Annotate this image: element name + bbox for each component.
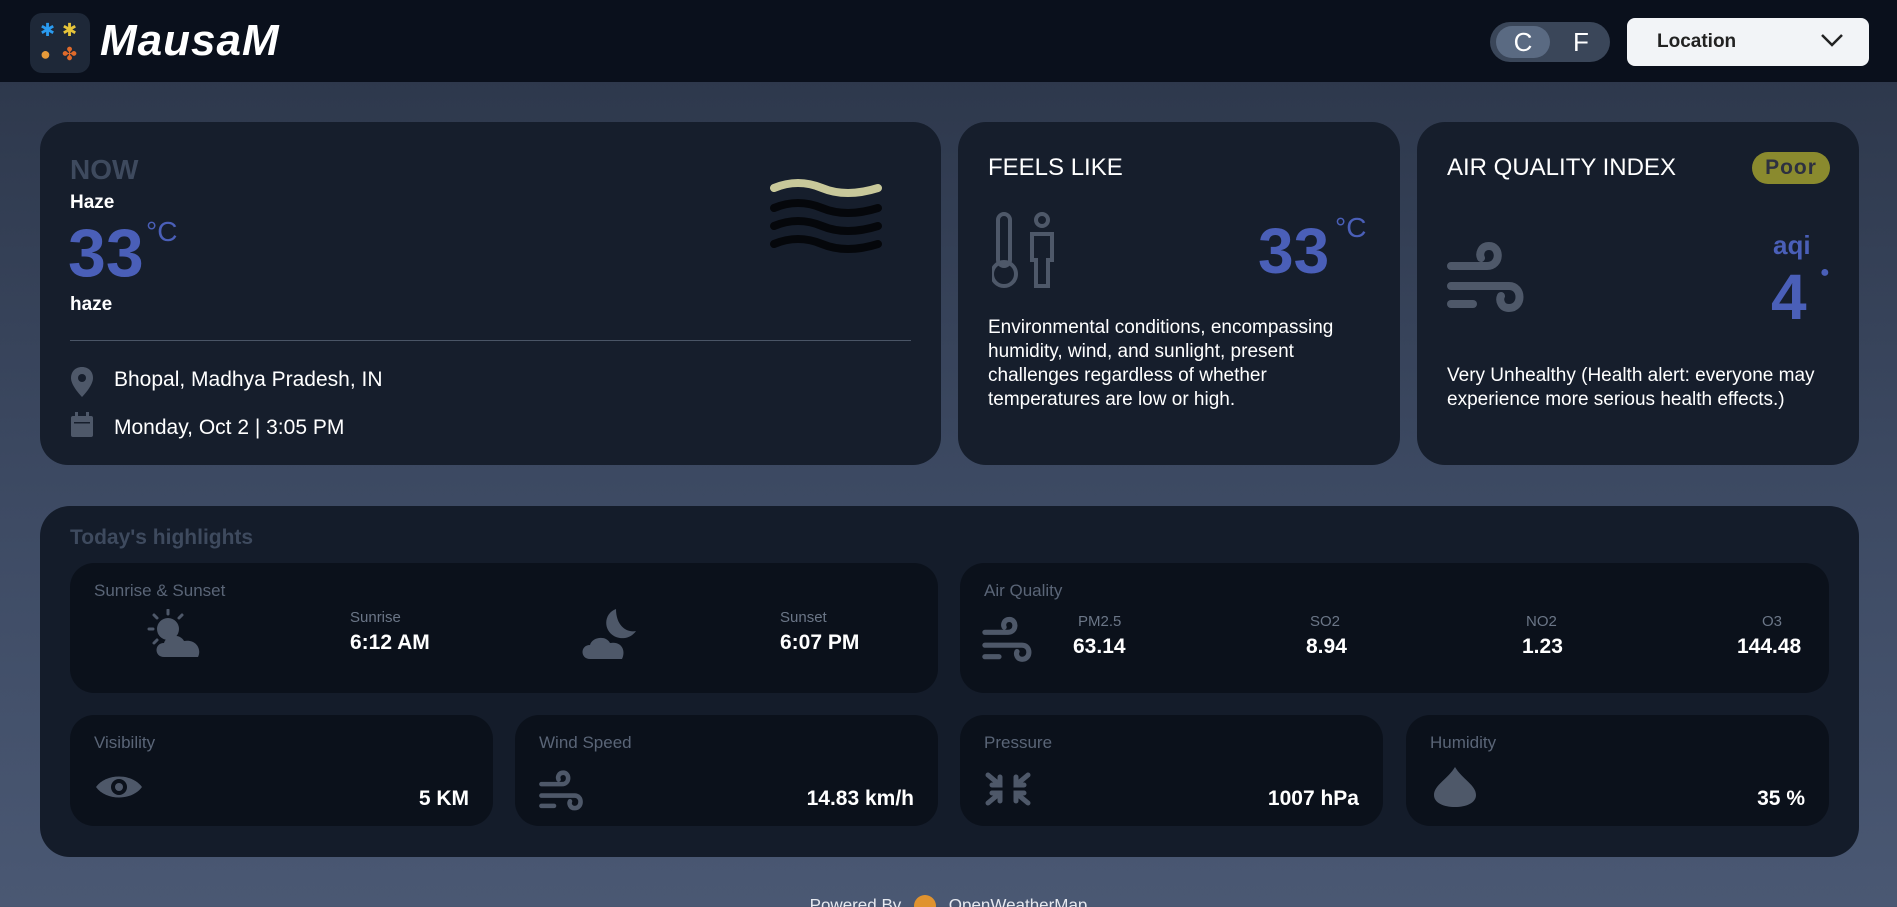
sunset-label: Sunset [780, 609, 827, 626]
highlights-heading: Today's highlights [70, 526, 254, 549]
current-temperature: 33 [68, 215, 144, 291]
wind-speed-card: Wind Speed 14.83 km/h [515, 715, 938, 826]
sunrise-value: 6:12 AM [350, 631, 430, 654]
feels-like-unit: °C [1335, 212, 1367, 243]
aqi-status-badge: Poor [1752, 152, 1830, 184]
feels-like-temperature: 33 [1258, 215, 1330, 287]
sunrise-sunset-title: Sunrise & Sunset [94, 581, 226, 600]
sun-cloud-icon [147, 609, 200, 657]
air-quality-card: Air Quality PM2.5 63.14 SO2 8.94 NO2 1.2… [960, 563, 1829, 693]
visibility-value: 5 KM [418, 787, 469, 810]
app-logo[interactable]: ✱ ✱ ● ✤ [30, 13, 90, 73]
humidity-value: 35 % [1757, 787, 1805, 810]
pressure-title: Pressure [984, 733, 1053, 752]
unit-fahrenheit[interactable]: F [1554, 26, 1608, 58]
sunrise-sunset-card: Sunrise & Sunset Sunrise 6:12 AM Sunset … [70, 563, 938, 693]
thermometer-person-icon [992, 212, 1054, 288]
now-card: NOW Haze 33 °C haze Bhopal, Madhya Prade… [40, 122, 941, 465]
circle-icon: ● [40, 44, 51, 64]
aqi-heading: AIR QUALITY INDEX [1447, 154, 1676, 181]
humidity-card: Humidity 35 % [1406, 715, 1829, 826]
o3-label: O3 [1762, 613, 1783, 630]
temperature-unit: °C [146, 216, 178, 247]
so2-label: SO2 [1310, 613, 1341, 630]
footer: Powered By OpenWeatherMap [0, 895, 1897, 907]
visibility-card: Visibility 5 KM [70, 715, 493, 826]
eye-icon [96, 776, 142, 798]
leaf-icon: ✤ [62, 44, 78, 64]
todays-highlights-panel: Today's highlights Sunrise & Sunset Sunr… [40, 506, 1859, 857]
brand-name: MausaM [100, 16, 280, 65]
feels-like-heading: FEELS LIKE [988, 154, 1123, 181]
aqi-unit-label: aqi [1773, 230, 1811, 260]
air-quality-index-card: AIR QUALITY INDEX Poor aqi 4 ● Very Unhe… [1417, 122, 1859, 465]
sun-small-icon: ✱ [62, 20, 78, 40]
condition-title: Haze [70, 192, 115, 213]
wind-speed-title: Wind Speed [539, 733, 632, 752]
snowflake-icon: ✱ [40, 20, 56, 40]
humidity-title: Humidity [1430, 733, 1497, 752]
no2-label: NO2 [1526, 613, 1557, 630]
o3-value: 144.48 [1737, 635, 1802, 658]
location-text: Bhopal, Madhya Pradesh, IN [114, 368, 383, 391]
feels-like-card: FEELS LIKE 33 °C Environmental condition… [958, 122, 1400, 465]
now-heading: NOW [70, 154, 139, 185]
moon-cloud-icon [582, 609, 636, 659]
provider-link[interactable]: OpenWeatherMap [949, 895, 1088, 907]
pm25-value: 63.14 [1073, 635, 1126, 658]
powered-by-text: Powered By [809, 895, 902, 907]
condition-description: haze [70, 294, 113, 315]
divider [70, 340, 911, 341]
top-bar: ✱ ✱ ● ✤ MausaM C F Location [0, 0, 1897, 82]
pressure-value: 1007 hPa [1267, 787, 1359, 810]
aqi-description: Very Unhealthy (Health alert: everyone m… [1447, 365, 1815, 410]
unit-celsius[interactable]: C [1496, 26, 1550, 58]
compress-arrows-icon [985, 772, 1031, 806]
datetime-text: Monday, Oct 2 | 3:05 PM [114, 416, 345, 439]
feels-like-description: Environmental conditions, encompassing h… [988, 317, 1334, 410]
air-quality-title: Air Quality [984, 581, 1063, 600]
sunrise-label: Sunrise [350, 609, 401, 626]
wind-icon-small [982, 616, 1032, 662]
aqi-degree-mark: ● [1820, 264, 1830, 281]
aqi-value: 4 [1771, 261, 1807, 333]
visibility-title: Visibility [94, 733, 156, 752]
chevron-down-icon [1821, 34, 1843, 47]
no2-value: 1.23 [1522, 635, 1563, 658]
location-dropdown[interactable]: Location [1627, 18, 1869, 66]
location-pin-icon [71, 367, 93, 397]
wind-icon [1447, 241, 1524, 313]
wind-speed-icon [539, 770, 583, 811]
location-label: Location [1657, 31, 1737, 52]
haze-icon [770, 179, 882, 253]
pressure-card: Pressure 1007 hPa [960, 715, 1383, 826]
wind-speed-value: 14.83 km/h [806, 787, 914, 810]
pm25-label: PM2.5 [1078, 613, 1122, 630]
so2-value: 8.94 [1306, 635, 1347, 658]
openweathermap-logo-icon [914, 895, 937, 907]
calendar-icon [71, 412, 93, 437]
unit-toggle[interactable]: C F [1490, 22, 1610, 62]
water-drop-icon [1434, 767, 1476, 807]
sunset-value: 6:07 PM [780, 631, 860, 654]
